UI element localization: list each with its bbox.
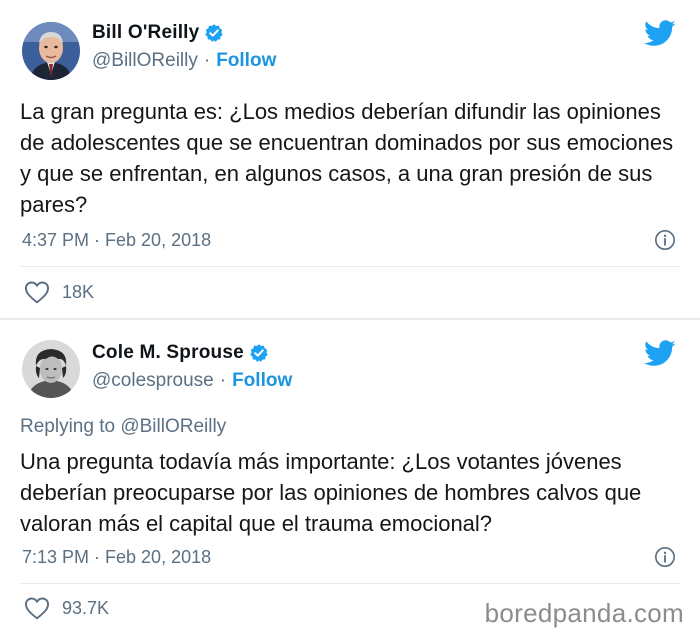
heart-icon[interactable] — [24, 596, 50, 620]
separator-dot: · — [203, 50, 211, 71]
follow-button[interactable]: Follow — [232, 370, 292, 392]
verified-badge-icon — [250, 344, 268, 362]
tweet-timestamp[interactable]: 4:37 PM · Feb 20, 2018 — [22, 230, 211, 251]
tweet-cole-sprouse: Cole M. Sprouse @colesprouse · Follow Re… — [0, 320, 700, 638]
verified-badge-icon — [205, 24, 224, 42]
author-name-row: Bill O'Reilly — [92, 22, 224, 44]
author-name[interactable]: Bill O'Reilly — [92, 22, 199, 44]
handle-row: @BillOReilly · Follow — [92, 50, 276, 72]
author-name[interactable]: Cole M. Sprouse — [92, 342, 244, 364]
like-count: 93.7K — [62, 597, 110, 618]
twitter-bird-icon[interactable] — [644, 20, 676, 47]
divider — [20, 266, 680, 267]
tweet-text: La gran pregunta es: ¿Los medios debería… — [20, 99, 674, 217]
tweet-bill-oreilly: Bill O'Reilly @BillOReilly · Follow La g… — [0, 0, 700, 318]
replying-to[interactable]: Replying to @BillOReilly — [20, 416, 226, 438]
author-name-row: Cole M. Sprouse — [92, 342, 269, 364]
tweet-text: Una pregunta todavía más importante: ¿Lo… — [20, 449, 642, 536]
author-handle[interactable]: @colesprouse — [92, 370, 214, 392]
separator-dot: · — [219, 370, 227, 391]
like-action[interactable]: 18K — [24, 280, 94, 304]
heart-icon[interactable] — [24, 280, 50, 304]
avatar-bill-oreilly[interactable] — [22, 22, 80, 80]
twitter-bird-icon[interactable] — [644, 340, 676, 367]
like-count: 18K — [62, 281, 95, 302]
info-icon[interactable] — [654, 546, 676, 568]
author-handle[interactable]: @BillOReilly — [92, 50, 198, 72]
info-icon[interactable] — [654, 229, 676, 251]
like-action[interactable]: 93.7K — [24, 596, 109, 620]
handle-row: @colesprouse · Follow — [92, 370, 292, 392]
watermark: boredpanda.com — [484, 598, 684, 628]
tweet-timestamp[interactable]: 7:13 PM · Feb 20, 2018 — [22, 547, 211, 568]
avatar-cole-sprouse[interactable] — [22, 340, 80, 398]
follow-button[interactable]: Follow — [216, 50, 276, 72]
divider — [20, 583, 680, 584]
